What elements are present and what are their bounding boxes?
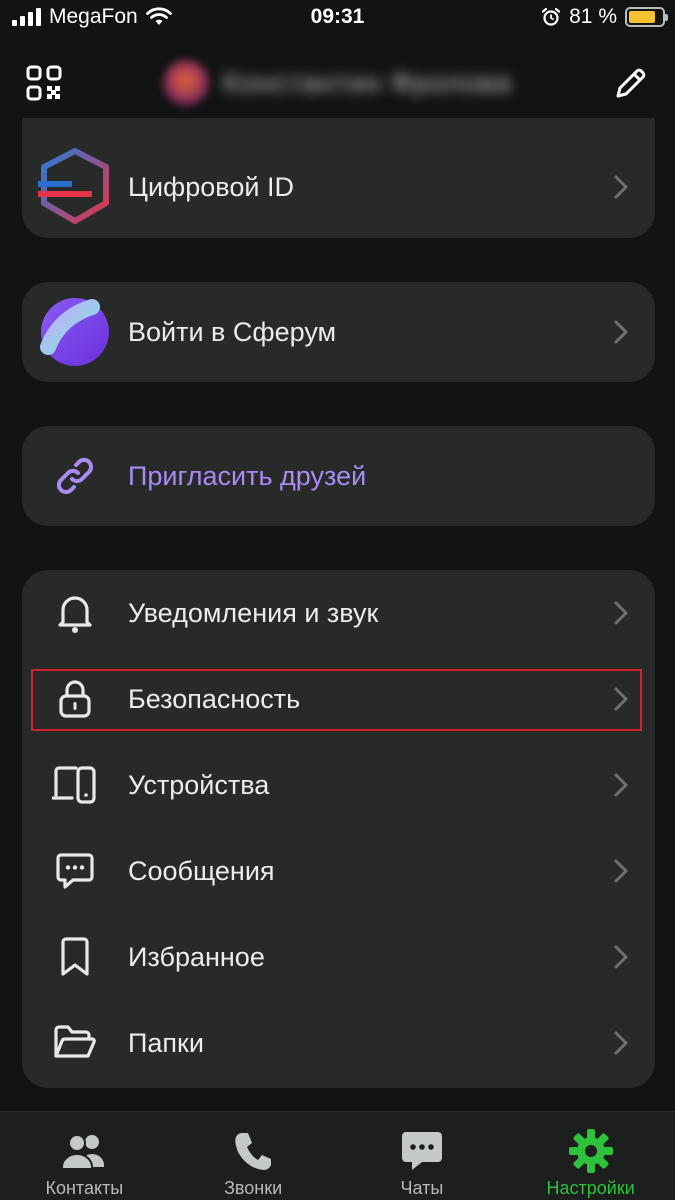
chevron-right-icon [614,945,628,969]
carrier-name: MegaFon [49,5,138,28]
invite-label: Пригласить друзей [128,460,367,491]
digital-id-label: Цифровой ID [128,171,294,202]
tab-settings[interactable]: Настройки [507,1112,675,1199]
digital-id-card[interactable]: Цифровой ID [22,118,655,238]
edit-pencil-icon[interactable] [609,61,653,105]
tab-label: Настройки [546,1178,635,1198]
profile-name: Константин Фролова [223,67,512,98]
chevron-right-icon [614,175,628,199]
chevron-right-icon [614,320,628,344]
contacts-icon [60,1128,108,1174]
signal-icon [12,8,41,26]
settings-item-devices[interactable]: Устройства [22,742,655,828]
bookmark-icon [38,920,112,994]
header: Константин Фролова [0,44,675,122]
digital-id-icon [38,148,112,224]
chevron-right-icon [614,687,628,711]
battery-percent: 81 % [569,5,617,28]
chat-icon [400,1128,444,1174]
tab-bar: Контакты Звонки Чаты Настройки [0,1111,675,1200]
tab-label: Чаты [400,1178,444,1198]
qr-code-icon[interactable] [22,61,66,105]
chevron-right-icon [614,773,628,797]
sferum-icon [38,295,112,369]
status-left: MegaFon [12,5,172,29]
chevron-right-icon [614,859,628,883]
settings-item-folders[interactable]: Папки [22,1000,655,1086]
devices-icon [38,748,112,822]
gear-icon [568,1128,614,1174]
message-icon [38,834,112,908]
wifi-icon [145,7,172,25]
lock-icon [38,662,112,736]
sferum-label: Войти в Сферум [128,316,337,347]
tab-chats[interactable]: Чаты [338,1112,506,1199]
settings-item-security[interactable]: Безопасность [22,656,655,742]
status-bar: MegaFon 09:31 81 % [0,0,675,34]
battery-icon [625,7,668,27]
settings-item-label: Сообщения [128,855,275,886]
settings-item-label: Устройства [128,769,270,800]
settings-item-label: Папки [128,1027,204,1058]
sferum-row[interactable]: Войти в Сферум [22,289,655,375]
battery-fill [629,11,655,23]
tab-calls[interactable]: Звонки [169,1112,337,1199]
tab-contacts[interactable]: Контакты [0,1112,168,1199]
settings-item-messages[interactable]: Сообщения [22,828,655,914]
avatar [163,60,210,106]
alarm-icon [542,7,561,26]
settings-item-notifications[interactable]: Уведомления и звук [22,570,655,656]
settings-item-label: Уведомления и звук [128,597,379,628]
settings-item-label: Избранное [128,941,265,972]
invite-card[interactable]: Пригласить друзей [22,426,655,526]
settings-list: Уведомления и звук Безопасность Устройст… [22,570,655,1088]
tab-label: Звонки [224,1178,283,1198]
chevron-right-icon [614,1031,628,1055]
phone-icon [233,1128,273,1174]
profile[interactable]: Константин Фролова [163,60,512,106]
tab-label: Контакты [45,1178,124,1198]
status-right: 81 % [541,5,668,29]
digital-id-row[interactable]: Цифровой ID [22,144,655,230]
folder-icon [38,1006,112,1080]
settings-item-label: Безопасность [128,683,301,714]
sferum-card[interactable]: Войти в Сферум [22,282,655,382]
bell-icon [38,576,112,650]
chevron-right-icon [614,601,628,625]
link-icon [38,439,112,513]
settings-item-favorites[interactable]: Избранное [22,914,655,1000]
invite-row[interactable]: Пригласить друзей [22,433,655,519]
